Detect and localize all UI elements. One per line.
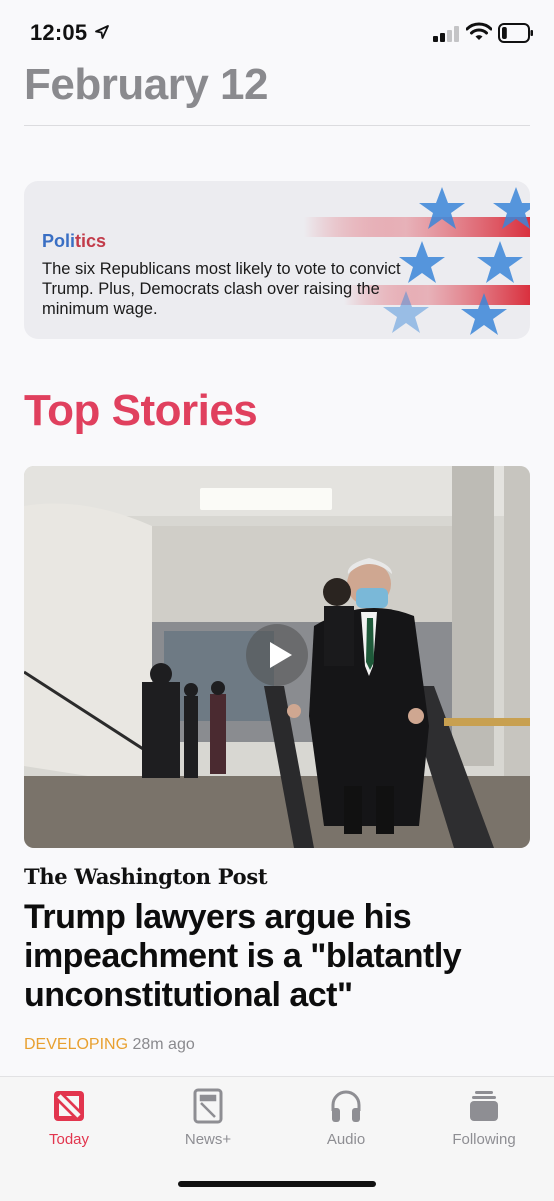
status-time: 12:05 xyxy=(30,20,88,45)
politics-card[interactable]: Politics The six Republicans most likely… xyxy=(24,181,530,339)
location-arrow-icon xyxy=(95,25,109,39)
cellular-signal-icon xyxy=(433,26,459,42)
developing-badge: DEVELOPING xyxy=(24,1036,129,1053)
headphones-icon xyxy=(331,1090,361,1122)
tab-label: Following xyxy=(452,1131,516,1148)
tab-news-plus[interactable]: News+ xyxy=(148,1087,268,1148)
story-headline[interactable]: Trump lawyers argue his impeachment is a… xyxy=(24,898,530,1015)
story-time-ago: 28m ago xyxy=(132,1036,195,1053)
tab-label: Today xyxy=(48,1131,90,1148)
section-title: Top Stories xyxy=(24,386,258,435)
politics-label-red: tics xyxy=(75,231,107,251)
news-icon xyxy=(54,1091,84,1121)
wifi-icon xyxy=(466,22,492,40)
story-meta: DEVELOPING 28m ago xyxy=(24,1036,195,1054)
home-indicator xyxy=(178,1181,376,1187)
tab-audio[interactable]: Audio xyxy=(286,1087,406,1148)
tab-label: Audio xyxy=(326,1131,366,1148)
publisher-logo: The Washington Post xyxy=(24,864,268,889)
tab-today[interactable]: Today xyxy=(9,1087,129,1148)
header-divider xyxy=(24,125,530,126)
following-icon xyxy=(470,1091,498,1121)
status-bar: 12:05 xyxy=(0,0,554,64)
tab-label: News+ xyxy=(184,1131,232,1148)
politics-summary: The six Republicans most likely to vote … xyxy=(42,260,401,318)
tab-following[interactable]: Following xyxy=(424,1087,544,1148)
politics-label-blue: Poli xyxy=(42,231,76,251)
magazine-icon xyxy=(193,1088,223,1124)
story-video-thumbnail[interactable] xyxy=(24,466,530,848)
battery-icon xyxy=(498,23,533,43)
play-button[interactable] xyxy=(246,624,308,686)
politics-label: Politics xyxy=(42,231,106,252)
date-title: February 12 xyxy=(24,60,268,109)
